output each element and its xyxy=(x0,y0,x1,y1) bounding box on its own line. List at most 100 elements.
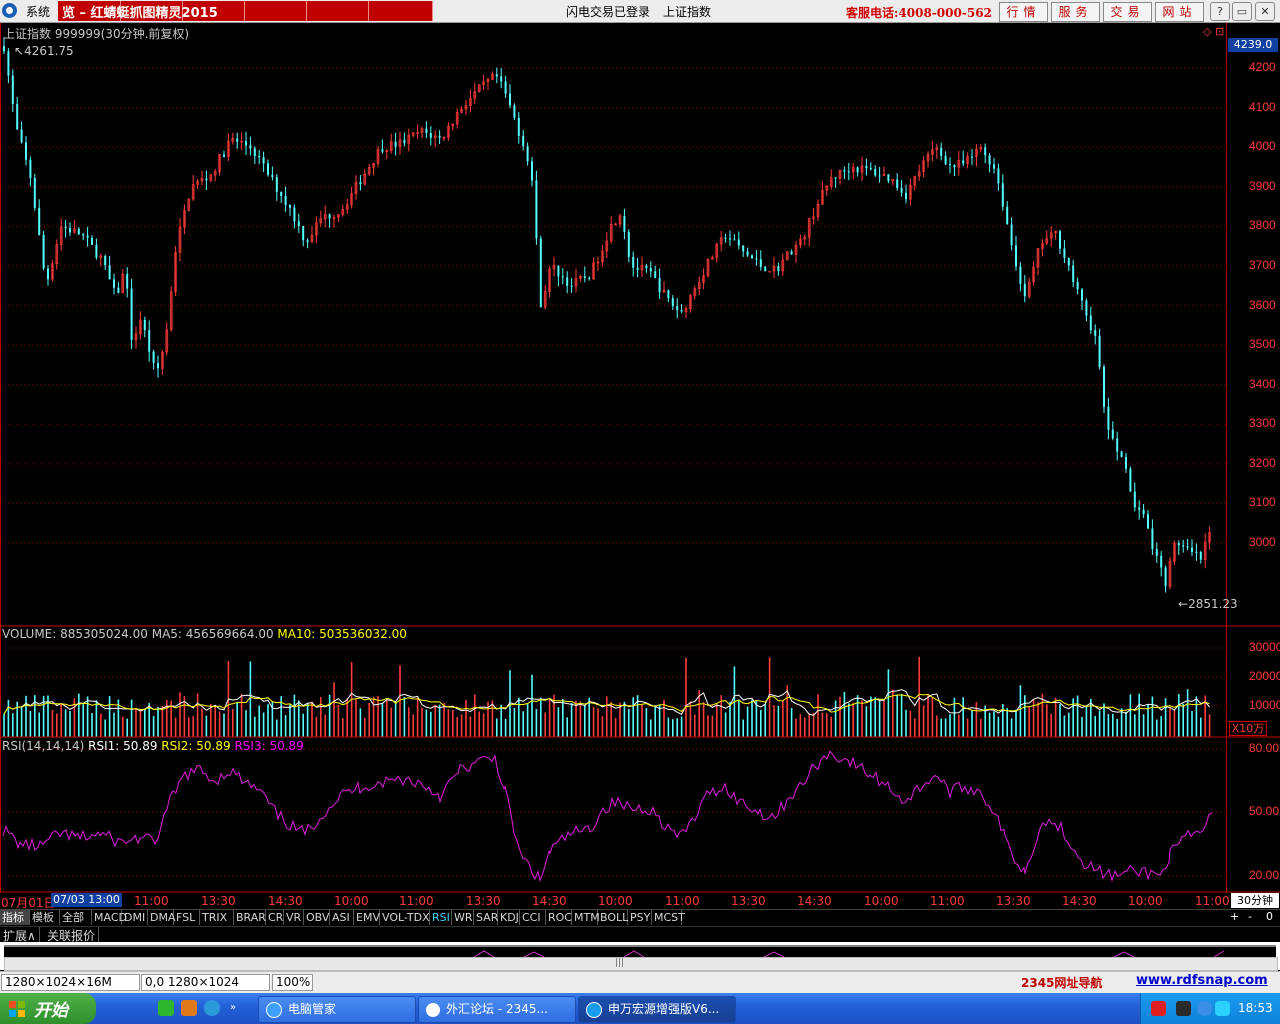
volume-bars xyxy=(3,656,1211,737)
candle-body-down xyxy=(1186,546,1189,548)
candle-body-down xyxy=(1010,224,1013,246)
arrow-tray-icon[interactable] xyxy=(1197,1001,1212,1016)
task-forex-forum[interactable]: 外汇论坛 - 2345... xyxy=(418,996,576,1023)
close-icon[interactable]: ✕ xyxy=(1255,2,1275,21)
candle-body-down xyxy=(896,179,899,189)
quicklaunch-plus-icon[interactable] xyxy=(158,1000,174,1016)
indicator-tab-cci[interactable]: CCI xyxy=(520,910,546,925)
indicator-tab-brar[interactable]: BRAR xyxy=(234,910,266,925)
task-shenwan[interactable]: 申万宏源增强版V6... xyxy=(578,996,736,1023)
indicator-tab-[interactable]: 指标 xyxy=(0,910,30,925)
nav-button-website[interactable]: 网站 xyxy=(1155,2,1204,22)
candle-body-down xyxy=(1098,335,1101,367)
candle-body-down xyxy=(1103,366,1105,407)
rsi3-line xyxy=(2,750,1213,883)
quicklaunch-ie-icon[interactable] xyxy=(204,1000,220,1016)
rsi-tick-label: 50.00 xyxy=(1249,804,1280,818)
candle-body-down xyxy=(42,234,45,269)
menu-system[interactable]: 系统 xyxy=(26,3,50,20)
kline-chart[interactable] xyxy=(0,23,1280,893)
candle-body-down xyxy=(143,319,146,331)
indicator-tab-[interactable]: 模板 xyxy=(30,910,60,925)
time-axis-label: 13:30 xyxy=(996,894,1031,908)
candle-body-down xyxy=(583,276,586,278)
zoom-out-button[interactable]: - xyxy=(1248,910,1252,923)
network-icon[interactable] xyxy=(1176,1001,1191,1016)
period-selector[interactable]: 30分钟 xyxy=(1231,893,1279,908)
indicator-tab-vr[interactable]: VR xyxy=(284,910,304,925)
candle-body-down xyxy=(126,273,129,289)
indicator-tab-[interactable]: 全部 xyxy=(60,910,92,925)
candle-body-down xyxy=(1006,206,1009,225)
horizontal-scrollbar[interactable] xyxy=(4,957,1278,971)
arrow-icon: ↖ xyxy=(14,44,25,58)
shield-icon xyxy=(266,1001,282,1018)
candle-body-down xyxy=(645,265,648,269)
candle-body-down xyxy=(509,93,511,106)
indicator-tab-emv[interactable]: EMV xyxy=(354,910,380,925)
candle-body-down xyxy=(971,156,973,158)
candle-body-down xyxy=(1120,451,1123,457)
indicator-tab-kdj[interactable]: KDJ xyxy=(498,910,520,925)
candle-body-down xyxy=(755,258,758,260)
indicator-tab-voltdx[interactable]: VOL-TDX xyxy=(380,910,430,925)
shield-tray-icon[interactable] xyxy=(1215,1001,1230,1016)
candle-body-down xyxy=(1111,429,1114,439)
candle-body-down xyxy=(566,277,569,286)
indicator-tab-boll[interactable]: BOLL xyxy=(598,910,628,925)
candle-body-down xyxy=(1116,438,1119,452)
indicator-tab-dma[interactable]: DMA xyxy=(148,910,176,925)
indicator-tab-sar[interactable]: SAR xyxy=(474,910,498,925)
candle-body-down xyxy=(20,129,23,143)
candle-body-down xyxy=(777,266,780,271)
nav-button-service[interactable]: 服务 xyxy=(1051,2,1100,22)
minimize-icon[interactable]: ▭ xyxy=(1232,2,1252,21)
candle-body-down xyxy=(588,277,591,279)
indicator-tab-obv[interactable]: OBV xyxy=(304,910,330,925)
candle-body-down xyxy=(733,239,736,241)
volume-ma10: MA10: 503536032.00 xyxy=(277,627,407,641)
nav-button-quotes[interactable]: 行情 xyxy=(999,2,1048,22)
candle-body-down xyxy=(962,160,965,164)
indicator-tab-asi[interactable]: ASI xyxy=(330,910,354,925)
quicklaunch-image-icon[interactable] xyxy=(181,1000,197,1016)
start-label[interactable]: 开始 xyxy=(34,996,68,1021)
candle-body-down xyxy=(1191,547,1193,552)
chart-corner-icons[interactable]: ◇ ⊡ xyxy=(1203,25,1224,38)
website-link[interactable]: www.rdfsnap.com xyxy=(1136,973,1268,988)
zoom-reset-button[interactable]: 0 xyxy=(1266,910,1273,923)
candle-body-down xyxy=(1063,248,1066,258)
candle-body-down xyxy=(1147,514,1149,529)
indicator-tab-wr[interactable]: WR xyxy=(452,910,474,925)
indicator-tab-cr[interactable]: CR xyxy=(266,910,284,925)
candle-body-down xyxy=(108,265,111,280)
candle-body-down xyxy=(130,288,133,340)
sogou-input-icon[interactable] xyxy=(1151,1001,1166,1016)
task-pc-manager[interactable]: 电脑管家 xyxy=(258,996,416,1023)
candle-body-down xyxy=(737,239,740,246)
help-icon[interactable]: ? xyxy=(1210,2,1230,21)
indicator-tab-roc[interactable]: ROC xyxy=(546,910,572,925)
zoom-in-button[interactable]: + xyxy=(1230,910,1239,923)
indicator-tab-fsl[interactable]: FSL xyxy=(174,910,200,925)
candle-body-down xyxy=(627,231,630,257)
candle-body-down xyxy=(1129,468,1132,492)
indicator-tab-mtm[interactable]: MTM xyxy=(572,910,600,925)
candle-body-down xyxy=(253,148,256,157)
indicator-tab-macd[interactable]: MACD xyxy=(92,910,127,925)
indicator-tab-dmi[interactable]: DMI xyxy=(122,910,148,925)
indicator-tab-trix[interactable]: TRIX xyxy=(200,910,234,925)
indicator-tab-mcst[interactable]: MCST xyxy=(652,910,685,925)
indicator-tab-psy[interactable]: PSY xyxy=(628,910,652,925)
nav-site-link[interactable]: 2345网址导航 xyxy=(1021,974,1102,991)
indicator-tab-rsi[interactable]: RSI xyxy=(430,910,452,925)
window-title: 览 – 红蜻蜓抓图精灵2015 xyxy=(62,6,218,21)
candle-body-down xyxy=(104,255,107,266)
nav-button-trade[interactable]: 交易 xyxy=(1103,2,1152,22)
time-axis-label: 10:00 xyxy=(864,894,899,908)
candle-body-down xyxy=(834,177,837,179)
candle-body-down xyxy=(16,103,19,130)
quicklaunch-expand-icon[interactable]: » xyxy=(230,1002,238,1013)
scroll-grip-icon[interactable]: ||| xyxy=(615,958,624,968)
overview-minichart[interactable] xyxy=(4,945,1276,957)
